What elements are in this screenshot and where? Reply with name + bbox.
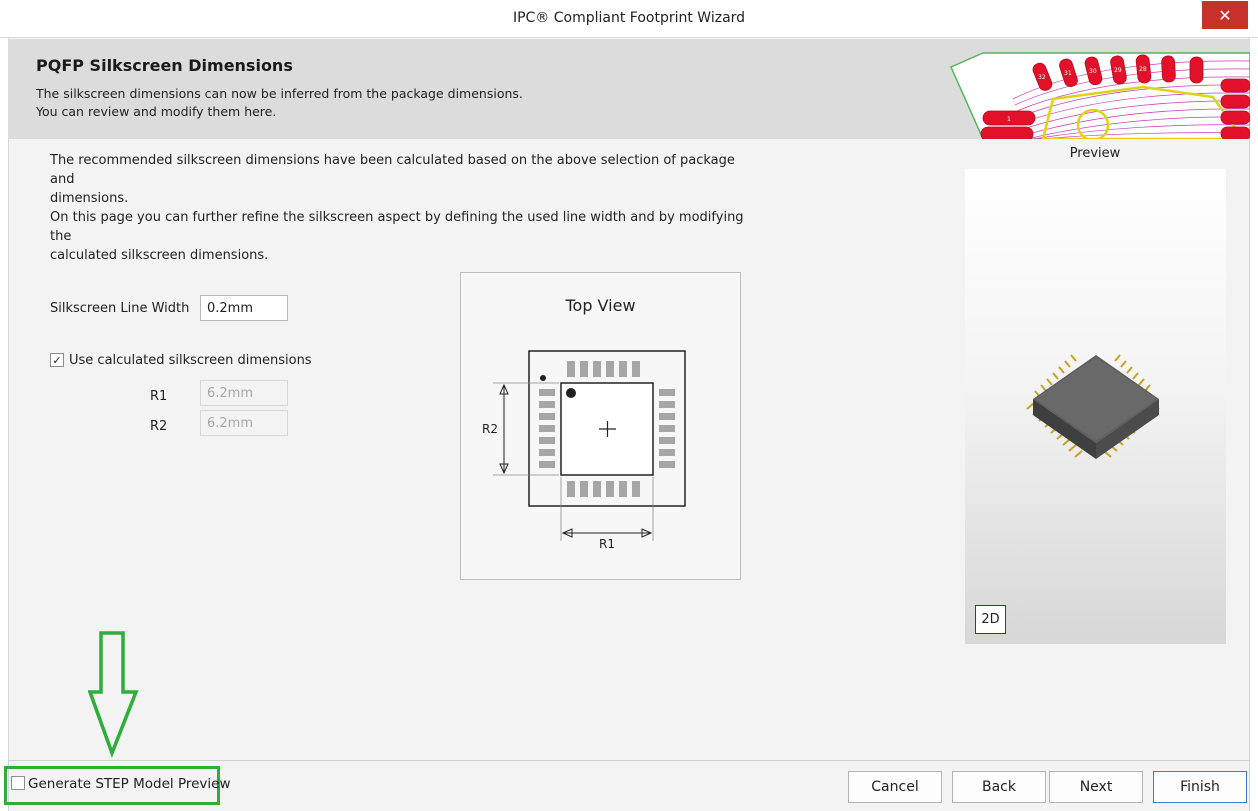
2d-view-button[interactable]: 2D <box>975 605 1006 634</box>
art-pin-label: 32 <box>1038 74 1046 81</box>
description-line-3: On this page you can further refine the … <box>50 210 744 244</box>
page-description: The recommended silkscreen dimensions ha… <box>50 151 750 265</box>
page-header: PQFP Silkscreen Dimensions The silkscree… <box>8 39 1250 139</box>
window-title: IPC® Compliant Footprint Wizard <box>512 10 746 26</box>
header-subtitle-1: The silkscreen dimensions can now be inf… <box>36 86 523 101</box>
r1-label: R1 <box>150 389 168 404</box>
close-icon: ✕ <box>1218 5 1232 25</box>
description-line-2: dimensions. <box>50 191 129 206</box>
footprint-header-art: 32 31 30 29 28 1 <box>950 52 1250 139</box>
close-button[interactable]: ✕ <box>1202 1 1248 29</box>
finish-button[interactable]: Finish <box>1153 771 1247 803</box>
annotation-arrow-icon <box>88 631 139 758</box>
art-pin-label: 29 <box>1114 67 1122 74</box>
qfp-3d-model <box>1026 354 1160 459</box>
use-calculated-checkbox[interactable]: ✓ <box>50 353 64 367</box>
top-view-diagram: Top View R2 R1 <box>460 272 741 580</box>
generate-step-checkbox[interactable] <box>11 776 25 790</box>
back-button[interactable]: Back <box>952 771 1046 803</box>
r2-input[interactable] <box>200 410 288 436</box>
title-bar: IPC® Compliant Footprint Wizard ✕ <box>0 0 1258 38</box>
line-width-input[interactable] <box>200 295 288 321</box>
use-calculated-label: Use calculated silkscreen dimensions <box>69 353 312 368</box>
checkmark-icon: ✓ <box>52 353 62 367</box>
page-title: PQFP Silkscreen Dimensions <box>36 56 293 75</box>
generate-step-label: Generate STEP Model Preview <box>28 776 231 792</box>
cancel-button[interactable]: Cancel <box>848 771 942 803</box>
r1-dimension-label: R1 <box>599 537 615 551</box>
next-button[interactable]: Next <box>1049 771 1143 803</box>
top-view-drawing <box>493 350 686 541</box>
description-line-1: The recommended silkscreen dimensions ha… <box>50 153 735 187</box>
footer-separator <box>8 760 1250 761</box>
preview-label: Preview <box>1069 146 1121 161</box>
art-pin-label: 1 <box>1007 116 1011 123</box>
r2-dimension-label: R2 <box>482 422 498 436</box>
description-line-4: calculated silkscreen dimensions. <box>50 248 269 263</box>
r2-label: R2 <box>150 419 168 434</box>
art-pin-label: 30 <box>1089 68 1097 75</box>
header-subtitle-2: You can review and modify them here. <box>36 104 277 119</box>
line-width-label: Silkscreen Line Width <box>50 301 190 316</box>
r1-input[interactable] <box>200 380 288 406</box>
art-pin-label: 31 <box>1064 70 1072 77</box>
art-pin-label: 28 <box>1139 66 1147 73</box>
preview-viewport[interactable] <box>965 169 1226 644</box>
